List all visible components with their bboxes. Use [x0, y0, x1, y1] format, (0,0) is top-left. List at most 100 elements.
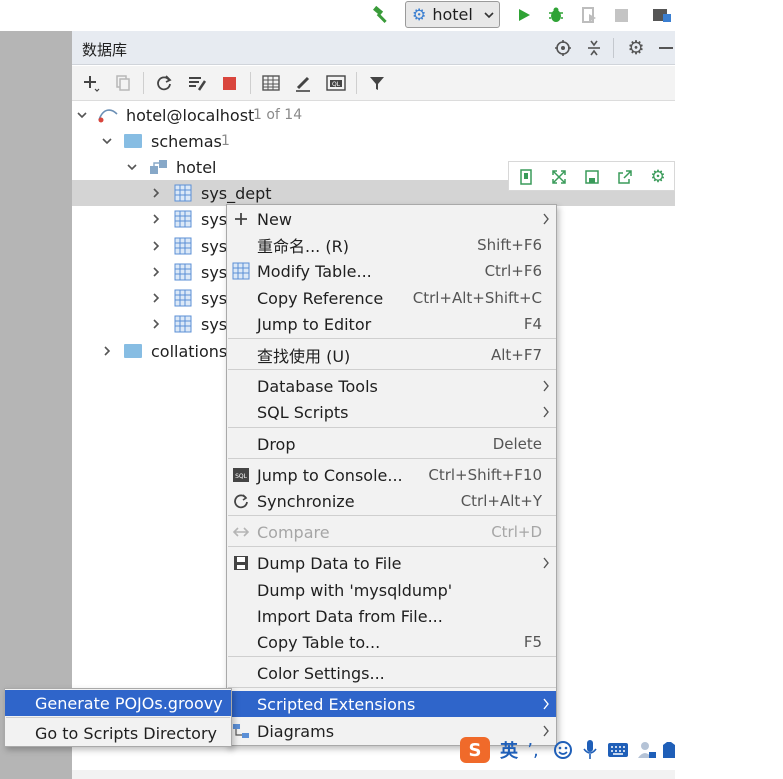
chevron-down-icon	[484, 11, 494, 18]
chevron-right-icon[interactable]	[150, 240, 162, 252]
menu-item-dump-mysqldump[interactable]: Dump with 'mysqldump'	[227, 577, 556, 603]
table-icon[interactable]	[260, 72, 282, 94]
chevron-right-icon[interactable]	[150, 318, 162, 330]
submenu-item-generate-pojos[interactable]: Generate POJOs.groovy	[5, 690, 231, 716]
chevron-right-icon[interactable]	[150, 292, 162, 304]
menu-item-import-data[interactable]: Import Data from File...	[227, 603, 556, 629]
menu-separator	[228, 338, 556, 339]
menu-item-dump-data[interactable]: Dump Data to File	[227, 550, 556, 576]
toolbar-divider	[250, 72, 251, 94]
chevron-right-icon[interactable]	[150, 266, 162, 278]
menu-separator	[228, 458, 556, 459]
project-structure-icon[interactable]	[650, 4, 674, 26]
console-icon[interactable]: QL	[325, 72, 347, 94]
menu-item-new[interactable]: New	[227, 206, 556, 232]
edit-icon[interactable]	[292, 72, 314, 94]
host-count: 1 of 14	[253, 107, 303, 123]
chevron-right-icon	[543, 213, 549, 225]
chevron-down-icon[interactable]	[126, 161, 138, 173]
schema-icon	[150, 160, 167, 174]
menu-separator	[228, 427, 556, 428]
floating-editor-toolbar: ⚙	[508, 161, 675, 191]
tree-node-host[interactable]: hotel@localhost 1 of 14	[72, 102, 675, 128]
expand-icon[interactable]	[548, 166, 570, 188]
copy-icon[interactable]	[112, 72, 134, 94]
schema-tool-icon[interactable]	[186, 72, 208, 94]
export-icon[interactable]	[614, 166, 636, 188]
compare-icon	[232, 523, 250, 541]
menu-item-copy-table[interactable]: Copy Table to... F5	[227, 629, 556, 655]
table-icon	[174, 237, 192, 255]
emoji-icon[interactable]	[552, 737, 574, 763]
table-icon	[174, 184, 192, 202]
submenu-item-scripts-directory[interactable]: Go to Scripts Directory	[5, 720, 231, 746]
save-icon[interactable]	[581, 166, 603, 188]
menu-item-jump-to-editor[interactable]: Jump to Editor F4	[227, 311, 556, 337]
menu-separator	[228, 687, 556, 688]
punctuation-icon[interactable]: ’,	[524, 737, 542, 763]
skin-icon[interactable]	[662, 737, 675, 763]
chevron-right-icon[interactable]	[150, 213, 162, 225]
menu-item-rename[interactable]: 重命名... (R) Shift+F6	[227, 232, 556, 258]
collapse-icon[interactable]	[583, 37, 605, 59]
keyboard-icon[interactable]	[606, 737, 630, 763]
build-hammer-icon[interactable]	[370, 4, 392, 26]
folder-icon	[124, 134, 142, 148]
menu-item-synchronize[interactable]: Synchronize Ctrl+Alt+Y	[227, 488, 556, 514]
menu-item-color-settings[interactable]: Color Settings...	[227, 660, 556, 686]
chevron-right-icon	[543, 380, 549, 392]
menu-item-jump-to-console[interactable]: SQL Jump to Console... Ctrl+Shift+F10	[227, 462, 556, 488]
toolbar-divider	[356, 72, 357, 94]
dump-icon	[232, 554, 250, 572]
stop-icon[interactable]	[218, 72, 240, 94]
mic-icon[interactable]	[580, 737, 600, 763]
stop-icon[interactable]	[611, 5, 631, 25]
menu-item-drop[interactable]: Drop Delete	[227, 431, 556, 457]
chevron-down-icon[interactable]	[101, 135, 113, 147]
menu-item-find-usages[interactable]: 查找使用 (U) Alt+F7	[227, 342, 556, 368]
mysql-icon	[98, 109, 118, 123]
tree-node-schemas[interactable]: schemas 1	[72, 128, 675, 154]
gear-icon[interactable]: ⚙	[647, 166, 669, 188]
chevron-down-icon[interactable]	[76, 109, 88, 121]
header-divider	[613, 38, 614, 58]
menu-item-database-tools[interactable]: Database Tools	[227, 373, 556, 399]
ime-toolbar: S 英 ’,	[456, 733, 675, 767]
toolbar-divider	[143, 72, 144, 94]
hide-icon[interactable]	[656, 37, 675, 59]
table-icon	[174, 315, 192, 333]
pin-icon[interactable]	[515, 166, 537, 188]
editor-area	[675, 31, 783, 779]
config-gear-icon: ⚙	[412, 5, 427, 24]
user-icon[interactable]	[636, 737, 658, 763]
menu-separator	[228, 369, 556, 370]
editor-gutter-area	[0, 31, 72, 779]
menu-item-copy-reference[interactable]: Copy Reference Ctrl+Alt+Shift+C	[227, 285, 556, 311]
status-strip	[72, 770, 675, 779]
menu-item-compare[interactable]: Compare Ctrl+D	[227, 519, 556, 545]
menu-item-modify-table[interactable]: Modify Table... Ctrl+F6	[227, 258, 556, 284]
chevron-right-icon	[543, 406, 549, 418]
menu-item-scripted-extensions[interactable]: Scripted Extensions	[227, 691, 556, 717]
menu-separator	[228, 656, 556, 657]
target-icon[interactable]	[552, 37, 574, 59]
menu-item-sql-scripts[interactable]: SQL Scripts	[227, 399, 556, 425]
refresh-icon[interactable]	[153, 72, 175, 94]
schemas-count: 1	[221, 133, 230, 149]
diagram-icon	[232, 722, 250, 740]
menu-separator	[228, 515, 556, 516]
run-config-select[interactable]: ⚙ hotel	[405, 1, 500, 28]
plus-icon	[232, 210, 250, 228]
coverage-icon[interactable]	[578, 4, 600, 26]
run-icon[interactable]	[514, 5, 534, 25]
filter-icon[interactable]	[366, 72, 388, 94]
debug-bug-icon[interactable]	[545, 4, 567, 26]
sogou-logo-icon[interactable]: S	[458, 737, 492, 763]
add-icon[interactable]	[80, 72, 102, 94]
settings-icon[interactable]: ⚙	[625, 37, 647, 59]
chevron-right-icon[interactable]	[101, 345, 113, 357]
table-icon	[174, 263, 192, 281]
language-indicator[interactable]: 英	[498, 737, 520, 763]
folder-icon	[124, 344, 142, 358]
chevron-right-icon[interactable]	[150, 187, 162, 199]
